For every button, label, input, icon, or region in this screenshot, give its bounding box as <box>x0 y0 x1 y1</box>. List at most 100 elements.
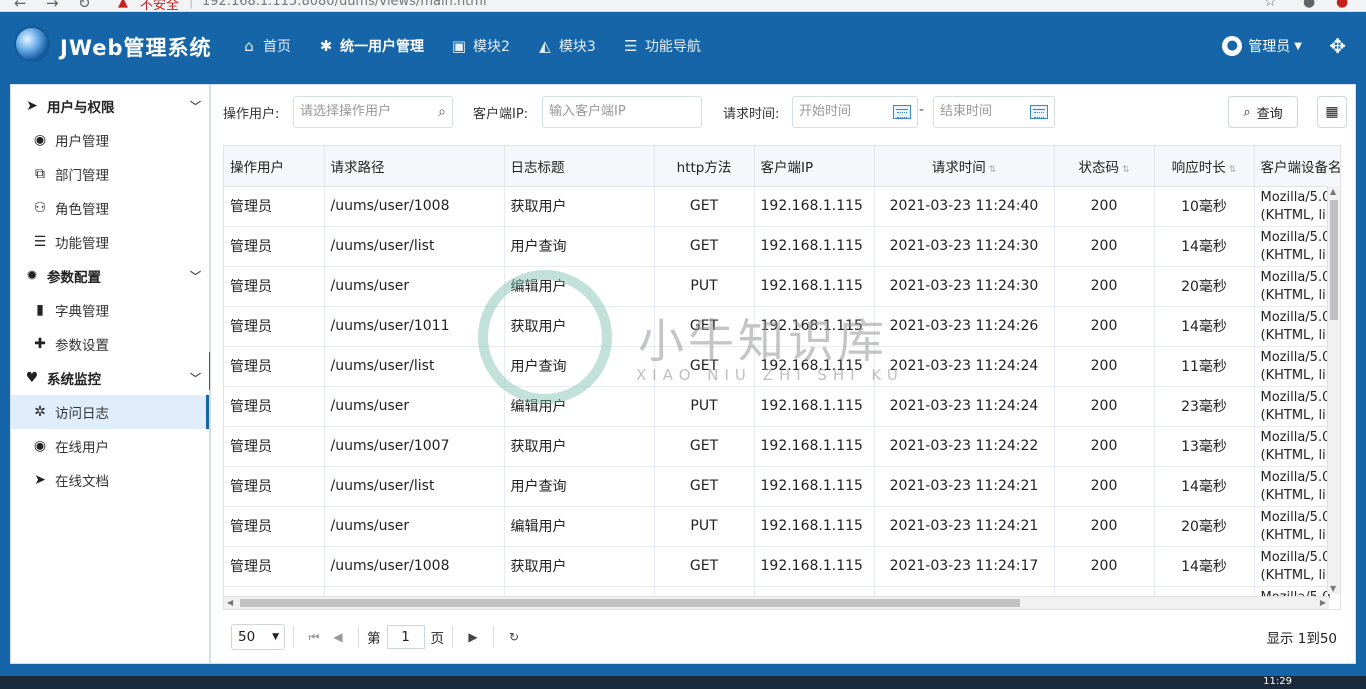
column-header-sortable[interactable]: 状态码 ⇅ <box>1054 146 1155 187</box>
table-row[interactable]: 管理员/uums/user/1008 获取用户 GET 192.168.1.115 20… <box>224 186 1340 227</box>
table-row[interactable]: 管理员/uums/user/1007 获取用户 GET 192.168.1.115 20… <box>224 426 1340 467</box>
table-cell: 200 <box>1054 266 1155 307</box>
calendar-icon[interactable] <box>1030 105 1048 119</box>
table-cell: 200 <box>1054 506 1155 547</box>
user-name: 管理员 <box>1248 39 1291 55</box>
star-icon[interactable]: ☆ <box>1264 0 1277 10</box>
users-icon: ⚇ <box>33 200 47 216</box>
time-filter-label: 请求时间: <box>723 107 780 122</box>
scroll-down-icon[interactable]: ▼ <box>1330 584 1336 593</box>
address-bar[interactable]: 192.168.1.115:8080/uums/views/main.html <box>202 0 487 9</box>
sidebar-item-user-management[interactable]: ◉ 用户管理 <box>11 123 209 157</box>
scroll-right-icon[interactable]: ▶ <box>1320 598 1326 607</box>
user-menu[interactable]: ● 管理员 ▼ <box>1222 36 1302 56</box>
sidebar-group-monitor[interactable]: ♥ 系统监控 ﹀ <box>11 361 209 395</box>
sidebar-item-label: 在线用户 <box>55 440 109 456</box>
table-cell: GET <box>654 346 755 387</box>
sidebar-item-label: 功能管理 <box>55 236 109 252</box>
placeholder: 结束时间 <box>940 104 993 119</box>
sidebar-group-user-permission[interactable]: ➤ 用户与权限 ﹀ <box>11 89 209 123</box>
nav-label: 模块3 <box>558 39 596 55</box>
sidebar-item-department[interactable]: ⧉ 部门管理 <box>11 157 209 191</box>
refresh-icon[interactable]: ↻ <box>502 630 526 644</box>
table-cell: /uums/user/1008 <box>324 546 505 587</box>
list-icon: ☰ <box>624 37 638 55</box>
column-header[interactable]: 客户端IP <box>754 146 875 187</box>
column-header[interactable]: 请求路径 <box>324 146 505 187</box>
table-row[interactable]: 管理员/uums/user 编辑用户 PUT 192.168.1.115 2021-03… <box>224 506 1340 547</box>
vertical-scrollbar[interactable]: ▲ ▼ <box>1327 186 1340 594</box>
sidebar-item-function[interactable]: ☰ 功能管理 <box>11 225 209 259</box>
table-cell: 编辑用户 <box>504 386 655 427</box>
next-page-icon[interactable]: ▶ <box>461 630 485 644</box>
nav-module2[interactable]: ▣ 模块2 <box>450 36 510 56</box>
table-cell: 200 <box>1054 386 1155 427</box>
book-icon: ▮ <box>36 302 44 318</box>
table-cell: 200 <box>1054 346 1155 387</box>
table-cell: 200 <box>1054 186 1155 227</box>
sidebar-item-online-docs[interactable]: ➤ 在线文档 <box>11 463 209 497</box>
table-cell: GET <box>654 186 755 227</box>
table-row[interactable]: 管理员/uums/user/list用户查询GET192.168.1.11520… <box>224 346 1340 387</box>
column-header[interactable]: 操作用户 <box>224 146 325 187</box>
table-cell: /uums/user/list <box>324 346 505 387</box>
sidebar-item-online-users[interactable]: ◉ 在线用户 <box>11 429 209 463</box>
globe-logo-icon <box>16 28 48 60</box>
table-row[interactable]: 管理员/uums/user/1011 获取用户 GET 192.168.1.115 20… <box>224 306 1340 347</box>
sidebar-item-param-settings[interactable]: ✚ 参数设置 <box>11 327 209 361</box>
account-icon[interactable]: ● <box>1303 0 1315 10</box>
table-row[interactable]: 管理员/uums/user/list用户查询GET192.168.1.11520… <box>224 466 1340 507</box>
placeholder: 开始时间 <box>799 104 852 119</box>
table-cell: 编辑用户 <box>504 266 655 307</box>
table-cell: 11毫秒 <box>1154 346 1255 387</box>
column-header[interactable]: 客户端设备名称 <box>1254 146 1340 187</box>
nav-function-nav[interactable]: ☰ 功能导航 <box>622 36 701 56</box>
reload-icon[interactable]: ↻ <box>78 0 91 11</box>
page-size-select[interactable]: 50 ▼ <box>231 624 285 650</box>
user-filter-input[interactable]: 请选择操作用户 ⌕ <box>293 96 453 128</box>
table-cell: 23毫秒 <box>1154 386 1255 427</box>
prev-page-icon[interactable]: ◀ <box>326 630 350 644</box>
sidebar-item-dictionary[interactable]: ▮ 字典管理 <box>11 293 209 327</box>
nav-user-management[interactable]: ✱ 统一用户管理 <box>317 36 424 56</box>
start-time-input[interactable]: 开始时间 <box>792 96 918 128</box>
first-page-icon[interactable]: ⏮ <box>302 630 326 645</box>
table-cell: 14毫秒 <box>1154 226 1255 267</box>
sidebar-group-params[interactable]: ✹ 参数配置 ﹀ <box>11 259 209 293</box>
sidebar: ➤ 用户与权限 ﹀ ◉ 用户管理 ⧉ 部门管理 ⚇ 角色管理 ☰ 功能管理 ✹ 参数配置… <box>10 84 210 664</box>
sidebar-item-access-log[interactable]: ✲ 访问日志 <box>11 395 209 429</box>
back-icon[interactable]: ← <box>14 0 27 11</box>
table-row[interactable]: 管理员/uums/user 编辑用户 PUT 192.168.1.115 2021-03… <box>224 266 1340 307</box>
table-row[interactable]: 管理员/uums/user/1008 获取用户 GET 192.168.1.115 20… <box>224 546 1340 587</box>
table-cell: 2021-03-23 11:24:26 <box>874 306 1055 347</box>
nav-home[interactable]: ⌂ 首页 <box>240 36 291 56</box>
nav-module3[interactable]: ◭ 模块3 <box>536 36 596 56</box>
table-row[interactable]: 管理员/uums/user 编辑用户 PUT 192.168.1.115 2021-03… <box>224 386 1340 427</box>
column-header[interactable]: 日志标题 <box>504 146 655 187</box>
page-size-value: 50 <box>238 629 256 645</box>
update-icon[interactable]: ● <box>1336 0 1348 10</box>
sidebar-item-role[interactable]: ⚇ 角色管理 <box>11 191 209 225</box>
calendar-icon[interactable] <box>893 105 911 119</box>
scroll-thumb[interactable] <box>1330 200 1338 320</box>
table-cell: 管理员 <box>224 426 325 467</box>
scroll-left-icon[interactable]: ◀ <box>227 598 233 607</box>
column-header-sortable[interactable]: 响应时长 ⇅ <box>1154 146 1255 187</box>
table-cell: 200 <box>1054 306 1155 347</box>
sidebar-item-label: 角色管理 <box>55 202 109 218</box>
scroll-up-icon[interactable]: ▲ <box>1330 187 1336 196</box>
horizontal-scrollbar[interactable]: ◀ ▶ <box>224 596 1329 609</box>
column-header-sortable[interactable]: 请求时间 ⇅ <box>874 146 1055 187</box>
end-time-input[interactable]: 结束时间 <box>933 96 1055 128</box>
scroll-thumb[interactable] <box>240 599 1020 607</box>
columns-toggle-button[interactable]: ▦ <box>1317 96 1347 128</box>
search-button[interactable]: ⌕ 查询 <box>1228 96 1298 128</box>
move-icon[interactable]: ✥ <box>1329 34 1346 58</box>
page-number-input[interactable]: 1 <box>386 625 425 649</box>
forward-icon[interactable]: → <box>46 0 59 11</box>
search-icon[interactable]: ⌕ <box>438 97 446 127</box>
ip-filter-input[interactable]: 输入客户端IP <box>542 96 702 128</box>
placeholder: 请选择操作用户 <box>300 104 392 119</box>
column-header[interactable]: http方法 <box>654 146 755 187</box>
table-row[interactable]: 管理员/uums/user/list用户查询GET192.168.1.11520… <box>224 226 1340 267</box>
